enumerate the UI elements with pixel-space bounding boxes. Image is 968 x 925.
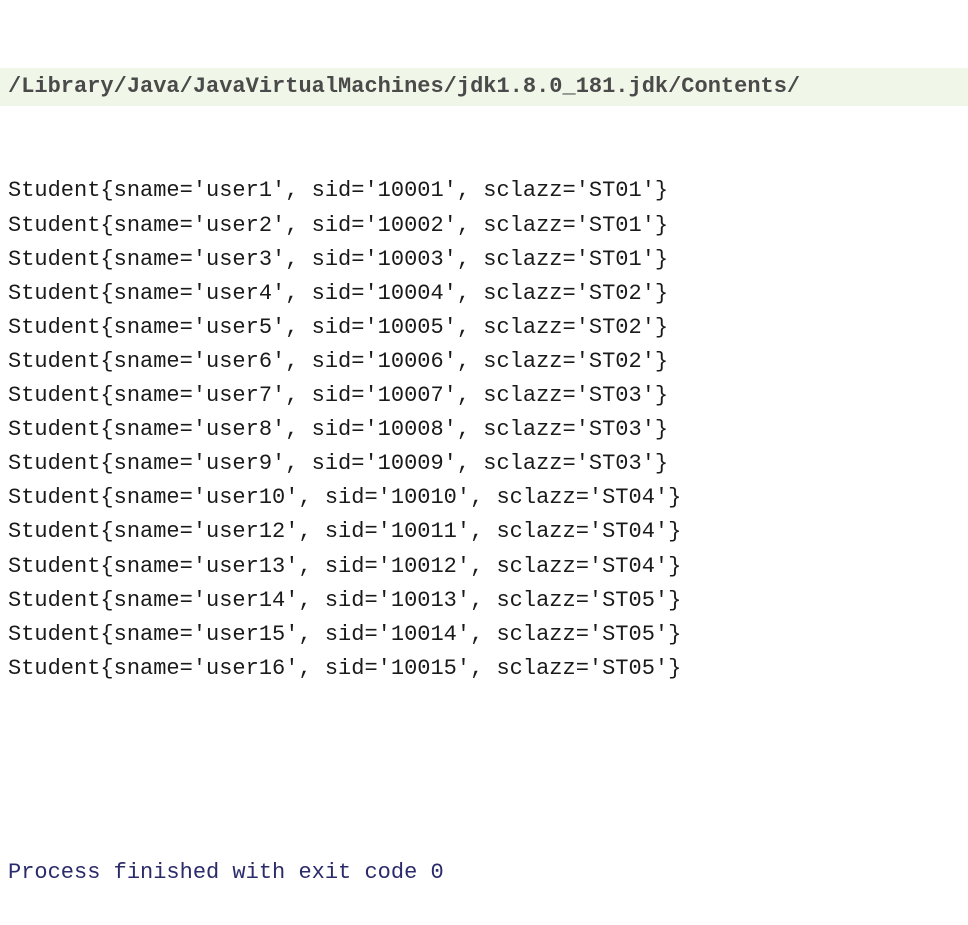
blank-line	[0, 754, 968, 788]
console-output-panel: /Library/Java/JavaVirtualMachines/jdk1.8…	[0, 0, 968, 925]
process-exit-message: Process finished with exit code 0	[0, 856, 968, 890]
student-output-line: Student{sname='user12', sid='10011', scl…	[0, 515, 968, 549]
student-output-block: Student{sname='user1', sid='10001', scla…	[0, 174, 968, 685]
execution-path-header: /Library/Java/JavaVirtualMachines/jdk1.8…	[0, 68, 968, 106]
student-output-line: Student{sname='user5', sid='10005', scla…	[0, 311, 968, 345]
student-output-line: Student{sname='user2', sid='10002', scla…	[0, 209, 968, 243]
student-output-line: Student{sname='user3', sid='10003', scla…	[0, 243, 968, 277]
student-output-line: Student{sname='user15', sid='10014', scl…	[0, 618, 968, 652]
student-output-line: Student{sname='user16', sid='10015', scl…	[0, 652, 968, 686]
student-output-line: Student{sname='user6', sid='10006', scla…	[0, 345, 968, 379]
student-output-line: Student{sname='user9', sid='10009', scla…	[0, 447, 968, 481]
student-output-line: Student{sname='user7', sid='10007', scla…	[0, 379, 968, 413]
student-output-line: Student{sname='user1', sid='10001', scla…	[0, 174, 968, 208]
student-output-line: Student{sname='user14', sid='10013', scl…	[0, 584, 968, 618]
student-output-line: Student{sname='user13', sid='10012', scl…	[0, 550, 968, 584]
student-output-line: Student{sname='user8', sid='10008', scla…	[0, 413, 968, 447]
student-output-line: Student{sname='user10', sid='10010', scl…	[0, 481, 968, 515]
student-output-line: Student{sname='user4', sid='10004', scla…	[0, 277, 968, 311]
